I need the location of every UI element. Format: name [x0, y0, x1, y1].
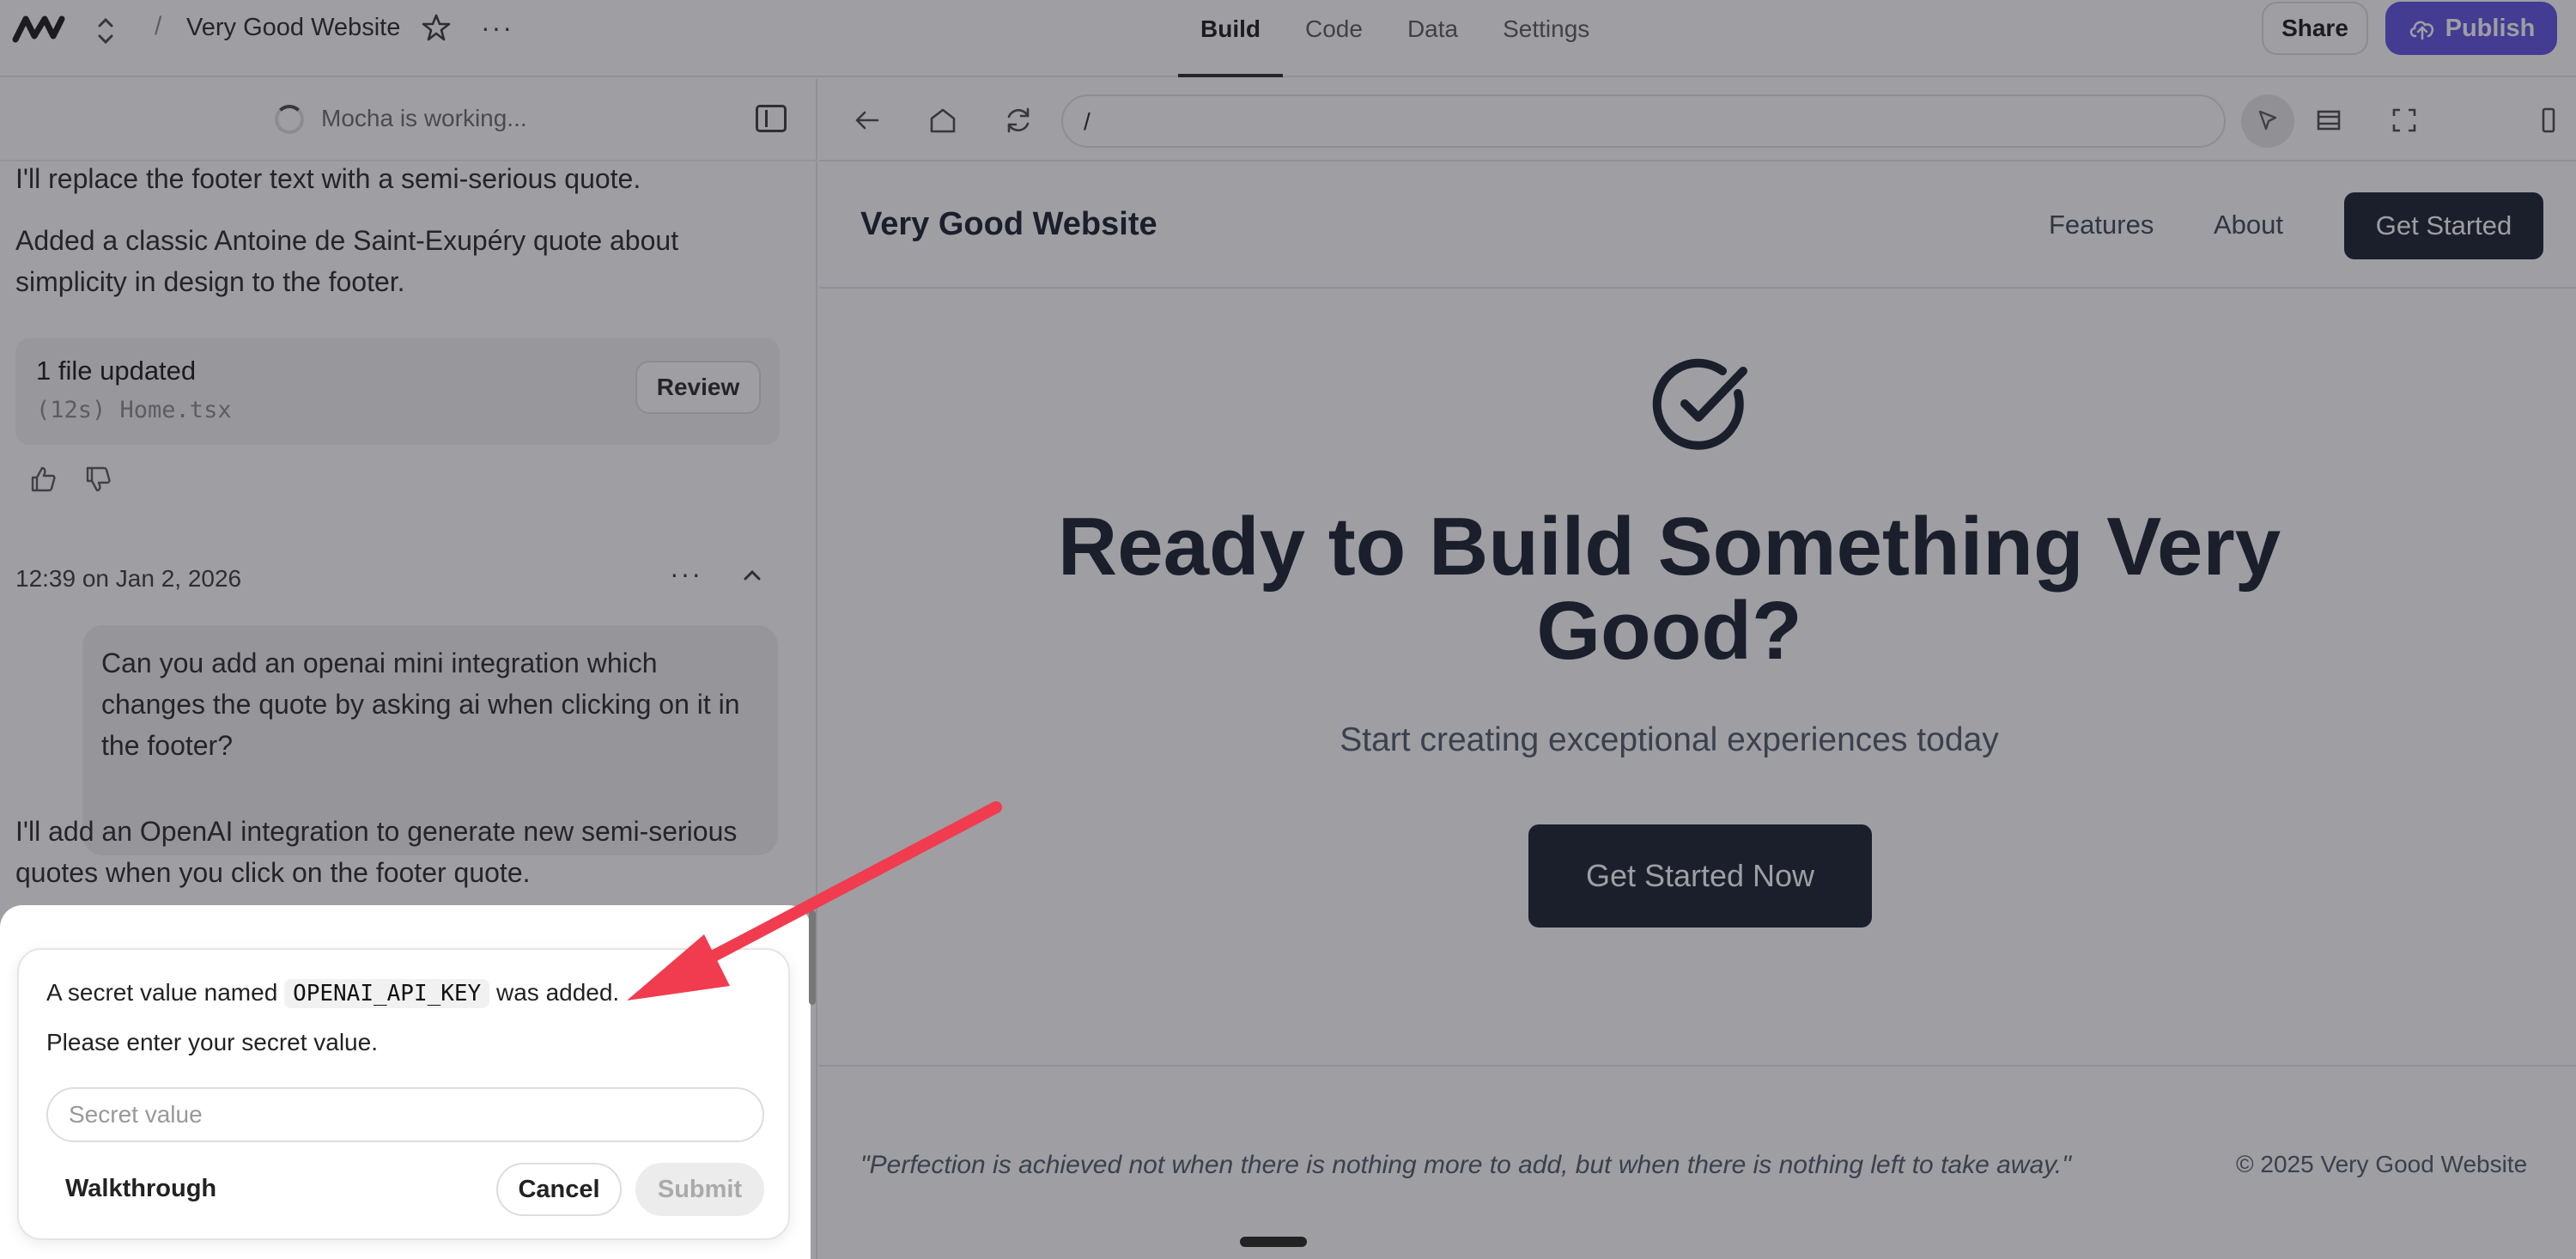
fullscreen-icon[interactable]	[2389, 105, 2420, 136]
annotation-arrow-icon	[627, 801, 1002, 1001]
tab-build[interactable]: Build	[1178, 0, 1283, 77]
back-arrow-icon[interactable]	[852, 105, 883, 136]
assistant-message: I'll replace the footer text with a semi…	[15, 163, 641, 194]
main-tabs: Build Code Data Settings	[1178, 0, 1612, 77]
file-update-title: 1 file updated	[36, 356, 197, 386]
secret-instructions: Please enter your secret value.	[46, 1029, 378, 1055]
loading-spinner-icon	[275, 105, 304, 134]
hero-get-started-button[interactable]: Get Started Now	[1528, 824, 1872, 928]
footer-quote[interactable]: "Perfection is achieved not when there i…	[860, 1151, 2071, 1180]
submit-button[interactable]: Submit	[635, 1163, 764, 1216]
file-update-detail: (12s) Home.tsx	[36, 397, 232, 423]
browser-toolbar: /	[819, 79, 2576, 161]
project-name[interactable]: Very Good Website	[186, 14, 400, 42]
cloud-upload-icon	[2409, 21, 2433, 40]
secret-value-input[interactable]	[46, 1087, 764, 1142]
secret-added-message: A secret value named OPENAI_API_KEY was …	[46, 979, 619, 1008]
cursor-arrow-icon	[2258, 110, 2277, 131]
select-element-button[interactable]	[2241, 94, 2294, 148]
tab-data[interactable]: Data	[1385, 0, 1480, 77]
hero-subtitle: Start creating exceptional experiences t…	[1340, 721, 1999, 758]
secret-name: OPENAI_API_KEY	[284, 979, 490, 1008]
app-logo-icon[interactable]	[12, 12, 70, 46]
sidebar-toggle-icon[interactable]	[756, 105, 787, 132]
cancel-button[interactable]: Cancel	[496, 1163, 622, 1216]
chevron-up-icon[interactable]	[738, 562, 766, 589]
top-bar: / Very Good Website ··· Build Code Data …	[0, 0, 2576, 77]
secret-message-prefix: A secret value named	[46, 979, 278, 1006]
agent-status: Mocha is working...	[321, 105, 527, 131]
mobile-view-icon[interactable]	[2533, 105, 2564, 136]
publish-button[interactable]: Publish	[2385, 2, 2557, 55]
thumbs-up-icon[interactable]	[27, 464, 58, 495]
breadcrumb-separator: /	[155, 12, 162, 40]
footer-copyright: © 2025 Very Good Website	[2236, 1151, 2528, 1177]
layout-icon[interactable]	[2313, 105, 2344, 136]
preview-panel: / Very Good Website Features About Get S…	[819, 79, 2576, 1259]
chevron-up-down-icon[interactable]	[93, 14, 118, 48]
tab-code[interactable]: Code	[1283, 0, 1385, 77]
header-get-started-button[interactable]: Get Started	[2344, 192, 2543, 259]
site-brand[interactable]: Very Good Website	[860, 206, 1157, 243]
refresh-icon[interactable]	[1003, 105, 1034, 136]
home-indicator	[1240, 1237, 1307, 1247]
thumbs-down-icon[interactable]	[82, 464, 113, 495]
file-update-card: 1 file updated (12s) Home.tsx Review	[15, 338, 780, 445]
website-preview: Very Good Website Features About Get Sta…	[819, 163, 2576, 1259]
message-timestamp: 12:39 on Jan 2, 2026	[15, 565, 242, 592]
footer-divider	[819, 1065, 2576, 1067]
site-header: Very Good Website Features About Get Sta…	[819, 163, 2576, 289]
more-options-icon[interactable]: ···	[670, 558, 702, 590]
site-nav-features[interactable]: Features	[2049, 210, 2154, 240]
site-nav-about[interactable]: About	[2214, 210, 2283, 240]
home-icon[interactable]	[927, 105, 958, 136]
url-bar[interactable]: /	[1061, 94, 2226, 148]
hero-title: Ready to Build Something Very Good?	[1057, 501, 2281, 677]
share-button[interactable]: Share	[2262, 2, 2368, 55]
walkthrough-button[interactable]: Walkthrough	[65, 1175, 216, 1203]
assistant-message: Added a classic Antoine de Saint-Exupéry…	[15, 225, 679, 297]
star-icon[interactable]	[421, 12, 452, 43]
publish-label: Publish	[2445, 14, 2536, 42]
more-options-icon[interactable]: ···	[481, 12, 513, 44]
review-button[interactable]: Review	[635, 361, 761, 414]
chat-status-bar: Mocha is working...	[0, 79, 817, 161]
tab-settings[interactable]: Settings	[1480, 0, 1612, 77]
check-circle-icon	[1652, 358, 1747, 450]
